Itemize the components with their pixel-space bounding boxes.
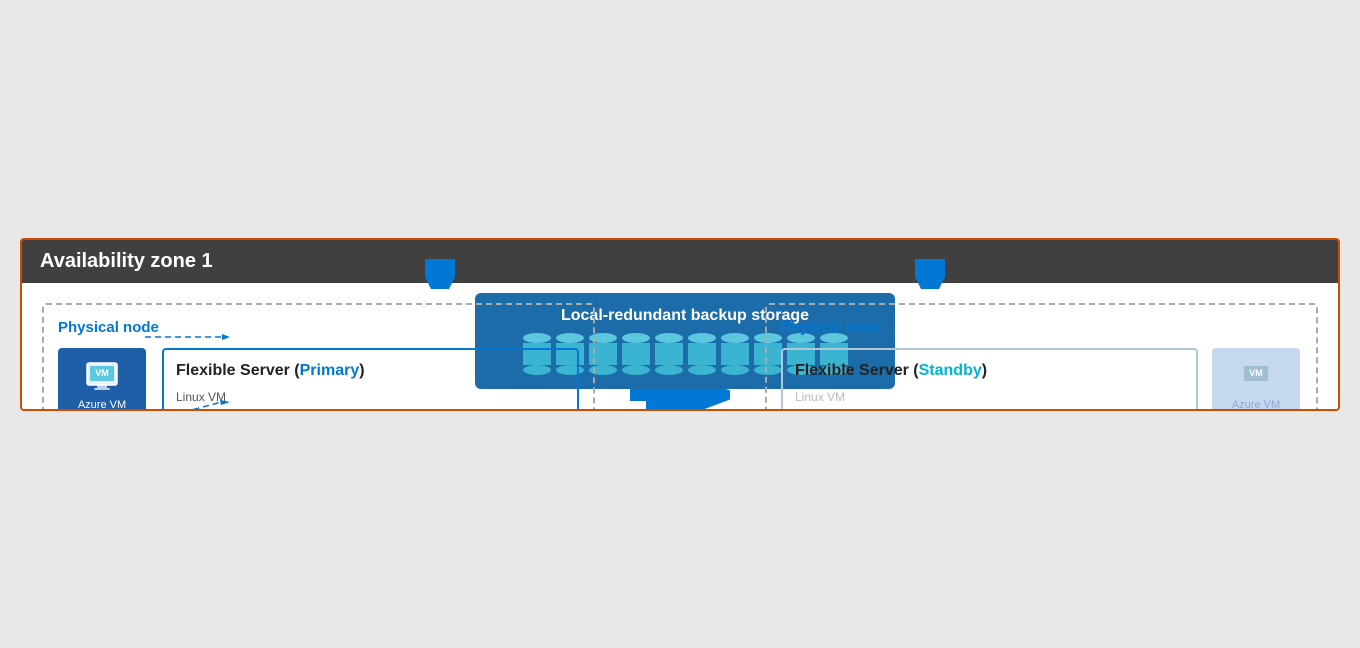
right-flex-server-box: Flexible Server (Standby) Linux VM My	[781, 348, 1198, 411]
left-linux-vm-label: Linux VM	[176, 390, 565, 404]
left-backup-arrow	[425, 259, 455, 289]
right-azure-vm-svg: VM	[1238, 358, 1274, 394]
right-node-label: Physical node	[781, 319, 1302, 336]
left-physical-node: Physical node	[42, 303, 595, 411]
left-server-title: Flexible Server (Primary)	[176, 362, 565, 380]
right-server-title: Flexible Server (Standby)	[795, 362, 1184, 380]
bkp-cyl-6	[688, 333, 716, 375]
azure-vm-svg: VM	[84, 358, 120, 394]
left-app-icons-col: VM Azure VM	[58, 348, 148, 411]
left-node-inner: VM Azure VM	[58, 348, 579, 411]
right-physical-node: Physical node Flexible Server (Standby) …	[765, 303, 1318, 411]
diagram-inner: Physical node	[42, 303, 1318, 389]
bkp-cyl-4	[622, 333, 650, 375]
right-azure-vm-icon: VM Azure VM	[1212, 348, 1300, 411]
right-backup-arrow	[915, 259, 945, 289]
diagram-wrapper: Availability zone 1 Physical node	[20, 238, 1340, 411]
svg-text:VM: VM	[95, 368, 109, 378]
right-node-inner: Flexible Server (Standby) Linux VM My	[781, 348, 1302, 411]
left-azure-vm-icon: VM Azure VM	[58, 348, 146, 411]
left-node-label: Physical node	[58, 319, 579, 336]
bkp-cyl-7	[721, 333, 749, 375]
diagram-body: Physical node	[22, 283, 1338, 409]
standby-label: Standby	[919, 362, 982, 379]
primary-label: Primary	[300, 362, 360, 379]
right-app-icons-col: VM Azure VM	[1212, 348, 1302, 411]
azure-vm-label: Azure VM	[78, 399, 126, 411]
svg-text:VM: VM	[1249, 368, 1263, 378]
bkp-cyl-5	[655, 333, 683, 375]
left-flex-server-box: Flexible Server (Primary) Linux VM My	[162, 348, 579, 411]
right-linux-vm-label: Linux VM	[795, 390, 1184, 404]
right-azure-vm-label: Azure VM	[1232, 399, 1280, 411]
